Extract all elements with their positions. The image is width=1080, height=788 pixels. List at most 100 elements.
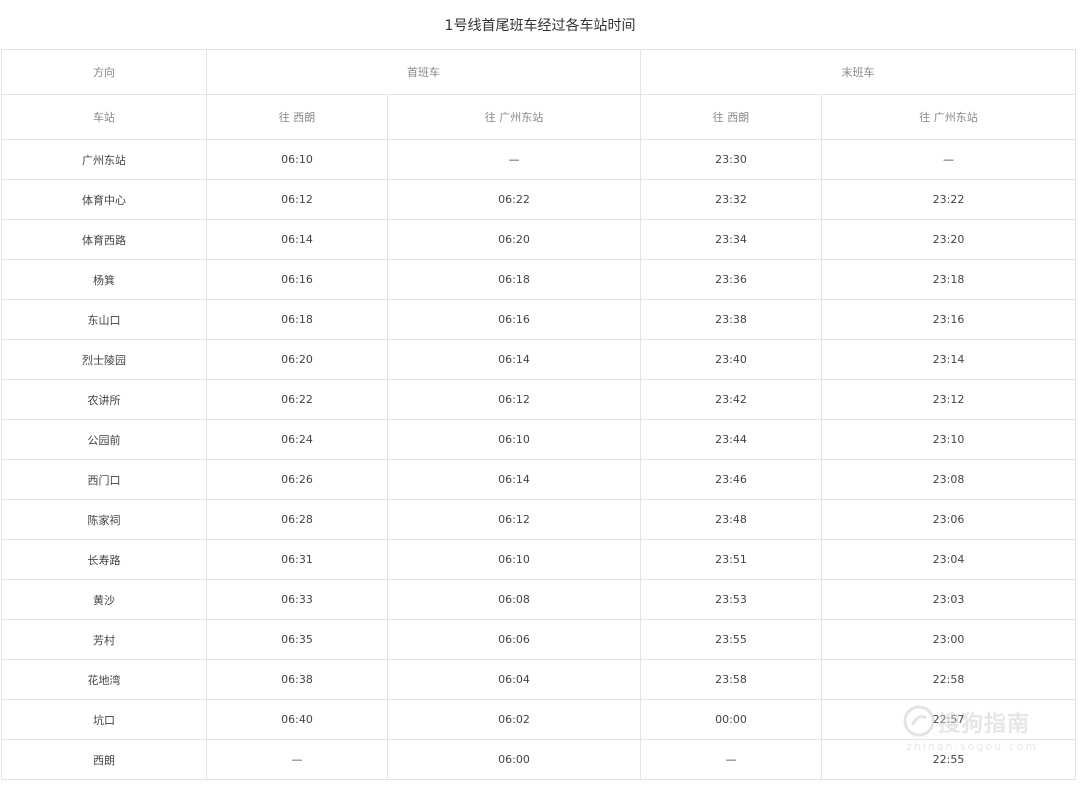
station-name-cell: 烈士陵园 xyxy=(1,339,207,380)
first-to-xilang-cell: 06:20 xyxy=(206,339,388,380)
direction-header: 方向 xyxy=(1,49,207,95)
table-row: 东山口 06:18 06:16 23:38 23:16 xyxy=(1,299,1076,340)
last-to-xilang-cell: 23:44 xyxy=(640,419,822,460)
first-to-xilang-cell: 06:24 xyxy=(206,419,388,460)
last-to-xilang-cell: — xyxy=(640,739,822,780)
last-to-gzeast-cell: 23:04 xyxy=(821,539,1076,580)
first-to-gzeast-cell: 06:12 xyxy=(387,379,641,420)
last-to-gzeast-cell: 23:12 xyxy=(821,379,1076,420)
station-header: 车站 xyxy=(1,94,207,140)
station-name-cell: 体育中心 xyxy=(1,179,207,220)
last-to-xilang-cell: 23:32 xyxy=(640,179,822,220)
last-to-xilang-cell: 23:46 xyxy=(640,459,822,500)
last-to-xilang-cell: 23:58 xyxy=(640,659,822,700)
first-to-gzeast-cell: 06:10 xyxy=(387,419,641,460)
table-row: 杨箕 06:16 06:18 23:36 23:18 xyxy=(1,259,1076,300)
table-row: 西门口 06:26 06:14 23:46 23:08 xyxy=(1,459,1076,500)
first-to-xilang-cell: 06:35 xyxy=(206,619,388,660)
first-to-xilang-cell: — xyxy=(206,739,388,780)
last-to-xilang-cell: 23:36 xyxy=(640,259,822,300)
first-to-xilang-cell: 06:18 xyxy=(206,299,388,340)
table-row: 广州东站 06:10—23:30— xyxy=(1,139,1076,180)
last-to-xilang-cell: 23:48 xyxy=(640,499,822,540)
last-to-gzeast-cell: 22:57 xyxy=(821,699,1076,740)
last-to-xilang-cell: 23:34 xyxy=(640,219,822,260)
table-row: 公园前 06:24 06:10 23:44 23:10 xyxy=(1,419,1076,460)
first-to-gzeast-cell: 06:06 xyxy=(387,619,641,660)
last-to-gzeast-cell: 23:16 xyxy=(821,299,1076,340)
station-name-cell: 西门口 xyxy=(1,459,207,500)
station-name-cell: 公园前 xyxy=(1,419,207,460)
last-to-gzeast-cell: — xyxy=(821,139,1076,180)
last-train-header: 末班车 xyxy=(640,49,1076,95)
first-to-gzeast-cell: 06:02 xyxy=(387,699,641,740)
last-to-xilang-cell: 23:51 xyxy=(640,539,822,580)
first-to-gzeast-cell: 06:12 xyxy=(387,499,641,540)
first-to-gzeast-cell: 06:00 xyxy=(387,739,641,780)
station-name-cell: 农讲所 xyxy=(1,379,207,420)
first-to-gzeast-cell: 06:20 xyxy=(387,219,641,260)
last-to-xilang-cell: 23:42 xyxy=(640,379,822,420)
first-to-gzeast-cell: 06:14 xyxy=(387,459,641,500)
first-to-xilang-cell: 06:10 xyxy=(206,139,388,180)
table-row: 农讲所 06:22 06:12 23:42 23:12 xyxy=(1,379,1076,420)
last-to-gzeast-cell: 23:14 xyxy=(821,339,1076,380)
first-to-gzeast-header: 往 广州东站 xyxy=(387,94,641,140)
schedule-table-body: 方向 首班车 末班车 车站 往 西朗 往 广州东站 往 西朗 往 广州东站 广州… xyxy=(1,49,1076,780)
table-row: 烈士陵园 06:20 06:14 23:40 23:14 xyxy=(1,339,1076,380)
first-to-xilang-cell: 06:26 xyxy=(206,459,388,500)
last-to-gzeast-cell: 23:20 xyxy=(821,219,1076,260)
first-to-xilang-cell: 06:12 xyxy=(206,179,388,220)
last-to-gzeast-cell: 22:58 xyxy=(821,659,1076,700)
last-to-xilang-cell: 23:38 xyxy=(640,299,822,340)
last-to-gzeast-cell: 23:18 xyxy=(821,259,1076,300)
table-row: 西朗 —06:00—22:55 xyxy=(1,739,1076,780)
first-to-xilang-cell: 06:28 xyxy=(206,499,388,540)
first-to-gzeast-cell: 06:16 xyxy=(387,299,641,340)
table-row: 陈家祠 06:28 06:12 23:48 23:06 xyxy=(1,499,1076,540)
station-name-cell: 陈家祠 xyxy=(1,499,207,540)
table-row: 坑口 06:40 06:02 00:00 22:57 xyxy=(1,699,1076,740)
table-row: 芳村 06:35 06:06 23:55 23:00 xyxy=(1,619,1076,660)
first-to-gzeast-cell: 06:18 xyxy=(387,259,641,300)
last-to-xilang-cell: 23:40 xyxy=(640,339,822,380)
first-to-gzeast-cell: 06:14 xyxy=(387,339,641,380)
header-row-station: 车站 往 西朗 往 广州东站 往 西朗 往 广州东站 xyxy=(1,94,1076,140)
last-to-xilang-cell: 23:30 xyxy=(640,139,822,180)
table-title: 1号线首尾班车经过各车站时间 xyxy=(444,18,636,34)
first-to-gzeast-cell: 06:22 xyxy=(387,179,641,220)
station-name-cell: 长寿路 xyxy=(1,539,207,580)
first-to-xilang-cell: 06:33 xyxy=(206,579,388,620)
station-name-cell: 黄沙 xyxy=(1,579,207,620)
first-to-gzeast-cell: 06:04 xyxy=(387,659,641,700)
first-to-gzeast-cell: 06:10 xyxy=(387,539,641,580)
last-to-gzeast-cell: 23:00 xyxy=(821,619,1076,660)
first-to-xilang-cell: 06:16 xyxy=(206,259,388,300)
first-to-xilang-cell: 06:40 xyxy=(206,699,388,740)
last-to-gzeast-cell: 23:10 xyxy=(821,419,1076,460)
station-name-cell: 体育西路 xyxy=(1,219,207,260)
station-name-cell: 杨箕 xyxy=(1,259,207,300)
station-name-cell: 西朗 xyxy=(1,739,207,780)
table-row: 体育西路 06:14 06:20 23:34 23:20 xyxy=(1,219,1076,260)
last-to-gzeast-cell: 23:06 xyxy=(821,499,1076,540)
first-to-xilang-cell: 06:38 xyxy=(206,659,388,700)
first-to-gzeast-cell: — xyxy=(387,139,641,180)
table-row: 黄沙 06:33 06:08 23:53 23:03 xyxy=(1,579,1076,620)
last-to-gzeast-cell: 23:03 xyxy=(821,579,1076,620)
first-to-xilang-cell: 06:22 xyxy=(206,379,388,420)
table-row: 长寿路 06:31 06:10 23:51 23:04 xyxy=(1,539,1076,580)
last-to-gzeast-header: 往 广州东站 xyxy=(821,94,1076,140)
last-to-xilang-cell: 00:00 xyxy=(640,699,822,740)
first-to-xilang-header: 往 西朗 xyxy=(206,94,388,140)
station-name-cell: 东山口 xyxy=(1,299,207,340)
last-to-xilang-cell: 23:55 xyxy=(640,619,822,660)
first-train-header: 首班车 xyxy=(206,49,641,95)
first-to-xilang-cell: 06:31 xyxy=(206,539,388,580)
station-name-cell: 花地湾 xyxy=(1,659,207,700)
last-to-xilang-header: 往 西朗 xyxy=(640,94,822,140)
station-name-cell: 广州东站 xyxy=(1,139,207,180)
table-row: 体育中心 06:12 06:22 23:32 23:22 xyxy=(1,179,1076,220)
header-row-direction: 方向 首班车 末班车 xyxy=(1,49,1076,95)
last-to-gzeast-cell: 23:22 xyxy=(821,179,1076,220)
